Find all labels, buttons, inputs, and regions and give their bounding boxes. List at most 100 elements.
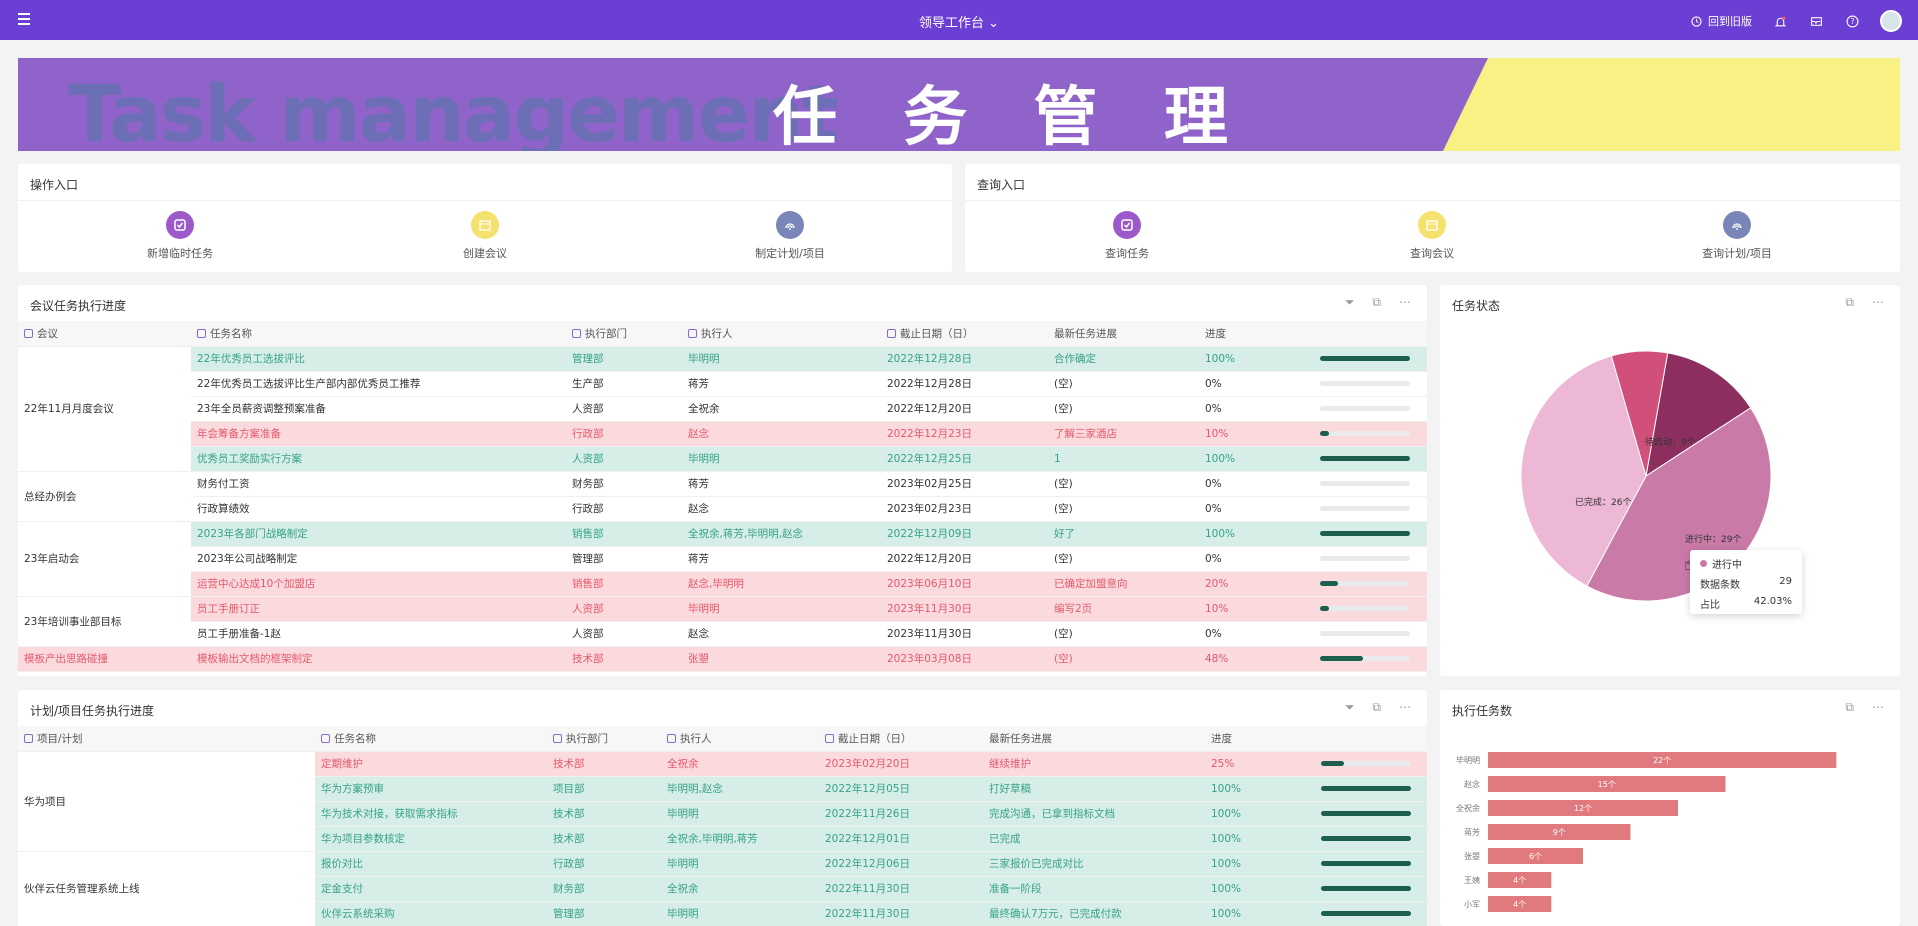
person-cell: 毕明明: [682, 446, 881, 472]
col-header[interactable]: 执行部门: [547, 726, 661, 752]
dept-cell: 销售部: [566, 571, 682, 597]
progress-bar: [1314, 421, 1427, 447]
table-row[interactable]: 2023年公司战略制定 管理部 蒋芳 2022年12月20日 (空) 0%: [18, 546, 1427, 572]
table-row[interactable]: 员工手册准备-1赵 人资部 赵念 2023年11月30日 (空) 0%: [18, 621, 1427, 647]
edit-icon[interactable]: ⧉: [1845, 700, 1854, 715]
col-header[interactable]: 截止日期（日）: [819, 726, 983, 752]
inbox-icon[interactable]: [1808, 13, 1824, 29]
progress-bar: [1315, 826, 1427, 852]
workspace-title[interactable]: 领导工作台 ⌄: [0, 12, 1918, 31]
news-cell: (空): [1048, 546, 1199, 572]
fingerprint-icon: [776, 211, 804, 239]
person-cell: 全祝余,毕明明,蒋芳: [661, 826, 819, 852]
group-cell: 总经办例会: [18, 471, 191, 522]
col-header[interactable]: 执行人: [682, 321, 881, 347]
progress-bar: [1314, 621, 1427, 647]
task-cell: 运营中心达成10个加盟店: [191, 571, 566, 597]
pct-cell: 10%: [1199, 421, 1314, 447]
table-row[interactable]: 华为项目 定期维护 技术部 全祝余 2023年02月20日 继续维护 25%: [18, 751, 1427, 852]
table-row[interactable]: 年会筹备方案准备 行政部 赵念 2022年12月23日 了解三家酒店 10%: [18, 421, 1427, 447]
col-header[interactable]: 项目/计划: [18, 726, 315, 752]
dept-cell: 人资部: [566, 596, 682, 622]
pie-label: 进行中：29个: [1685, 533, 1741, 545]
pie-label: 待启动：9个: [1645, 436, 1696, 448]
edit-icon[interactable]: ⧉: [1372, 295, 1381, 310]
table-row[interactable]: 行政算绩效 行政部 赵念 2023年02月23日 (空) 0%: [18, 496, 1427, 522]
operations-title: 操作入口: [30, 178, 79, 192]
col-header[interactable]: 最新任务进展: [983, 726, 1205, 752]
more-icon[interactable]: ⋯: [1872, 295, 1884, 310]
news-cell: 编写2页: [1048, 596, 1199, 622]
more-icon[interactable]: ⋯: [1872, 700, 1884, 715]
table-row[interactable]: 22年11月月度会议 22年优秀员工选拔评比 管理部 毕明明 2022年12月28日 合作…: [18, 346, 1427, 472]
progress-bar: [1315, 801, 1427, 827]
help-icon[interactable]: ?: [1844, 13, 1860, 29]
table-row[interactable]: 23年培训事业部目标 员工手册订正 人资部 毕明明 2023年11月30日 编写2页 10%: [18, 596, 1427, 647]
dept-cell: 管理部: [566, 546, 682, 572]
progress-bar: [1314, 596, 1427, 622]
col-header[interactable]: 进度: [1199, 321, 1427, 347]
exec-count-title: 执行任务数: [1452, 704, 1513, 718]
group-cell: 22年11月月度会议: [18, 346, 191, 472]
dept-cell: 技术部: [566, 646, 682, 672]
table-row[interactable]: 运营中心达成10个加盟店 销售部 赵念,毕明明 2023年06月10日 已确定加盟意向 2…: [18, 571, 1427, 597]
pct-cell: 100%: [1199, 521, 1314, 547]
col-header[interactable]: 任务名称: [315, 726, 547, 752]
pct-cell: 100%: [1205, 851, 1315, 877]
col-header[interactable]: 执行人: [661, 726, 819, 752]
task-status-title: 任务状态: [1452, 299, 1501, 313]
progress-bar: [1314, 346, 1427, 372]
col-header[interactable]: 任务名称: [191, 321, 566, 347]
date-cell: 2022年12月09日: [881, 521, 1048, 547]
edit-icon[interactable]: ⧉: [1845, 295, 1854, 310]
table-row[interactable]: 伙伴云任务管理系统上线 报价对比 行政部 毕明明 2022年12月06日 三家报价已完成对…: [18, 851, 1427, 926]
progress-bar: [1314, 521, 1427, 547]
query-card: 查询入口 查询任务 查询会议 查询计划/项目: [965, 164, 1900, 272]
table-row[interactable]: 优秀员工奖励实行方案 人资部 毕明明 2022年12月25日 1 100%: [18, 446, 1427, 472]
operations-card: 操作入口 新增临时任务 创建会议 制定计划/项目: [18, 164, 952, 272]
table-row[interactable]: 23年启动会 2023年各部门战略制定 销售部 全祝余,蒋芳,毕明明,赵念 2022年1…: [18, 521, 1427, 597]
progress-bar: [1315, 876, 1427, 902]
table-row[interactable]: 模板产出思路碰撞 模板输出文档的框架制定 技术部 张曌 2023年03月08日 (空) 48…: [18, 646, 1427, 672]
col-header[interactable]: 截止日期（日）: [881, 321, 1048, 347]
fingerprint-icon: [1723, 211, 1751, 239]
query-plan-entry[interactable]: 查询计划/项目: [1667, 211, 1807, 261]
pct-cell: 0%: [1199, 396, 1314, 422]
news-cell: 合作确定: [1048, 346, 1199, 372]
back-old-version-button[interactable]: 回到旧版: [1688, 13, 1752, 29]
create-meeting-entry[interactable]: 创建会议: [415, 211, 555, 261]
more-icon[interactable]: ⋯: [1399, 295, 1411, 310]
news-cell: 继续维护: [983, 751, 1205, 777]
col-header[interactable]: 最新任务进展: [1048, 321, 1199, 347]
table-row[interactable]: 22年优秀员工选拔评比生产部内部优秀员工推荐 生产部 蒋芳 2022年12月28日 (空…: [18, 371, 1427, 397]
col-header[interactable]: 执行部门: [566, 321, 682, 347]
bell-icon[interactable]: [1772, 13, 1788, 29]
date-cell: 2022年11月30日: [819, 876, 983, 902]
pct-cell: 0%: [1199, 496, 1314, 522]
status-pie-chart[interactable]: 待启动：9个进行中：29个已完成：26个☝: [1440, 325, 1900, 665]
news-cell: 了解三家酒店: [1048, 421, 1199, 447]
person-cell: 赵念: [682, 621, 881, 647]
date-cell: 2023年02月25日: [881, 471, 1048, 497]
make-plan-entry[interactable]: 制定计划/项目: [720, 211, 860, 261]
col-header[interactable]: 会议: [18, 321, 191, 347]
query-meeting-entry[interactable]: 查询会议: [1362, 211, 1502, 261]
table-row[interactable]: 总经办例会 财务付工资 财务部 蒋芳 2023年02月25日 (空) 0%: [18, 471, 1427, 522]
table-row[interactable]: 23年全员薪资调整预案准备 人资部 全祝余 2022年12月20日 (空) 0%: [18, 396, 1427, 422]
exec-bar-chart[interactable]: 毕明明 22个赵念 15个全祝余 12个蒋芳 9个张曌 6个王姨 4个小军 4个: [1440, 730, 1900, 920]
dept-cell: 行政部: [566, 421, 682, 447]
filter-icon[interactable]: ⏷: [1345, 295, 1355, 310]
avatar[interactable]: [1880, 10, 1902, 32]
dept-cell: 人资部: [566, 396, 682, 422]
progress-bar: [1314, 471, 1427, 497]
filter-icon[interactable]: ⏷: [1345, 700, 1355, 715]
col-header[interactable]: 进度: [1205, 726, 1427, 752]
task-cell: 年会筹备方案准备: [191, 421, 566, 447]
new-temp-task-entry[interactable]: 新增临时任务: [110, 211, 250, 261]
pct-cell: 100%: [1205, 901, 1315, 926]
more-icon[interactable]: ⋯: [1399, 700, 1411, 715]
news-cell: 完成沟通，已拿到指标文档: [983, 801, 1205, 827]
query-task-entry[interactable]: 查询任务: [1057, 211, 1197, 261]
edit-icon[interactable]: ⧉: [1372, 700, 1381, 715]
plan-progress-card: 计划/项目任务执行进度 ⏷ ⧉ ⋯ 项目/计划 任务名称 执行部门 执行人 截止…: [18, 690, 1427, 926]
